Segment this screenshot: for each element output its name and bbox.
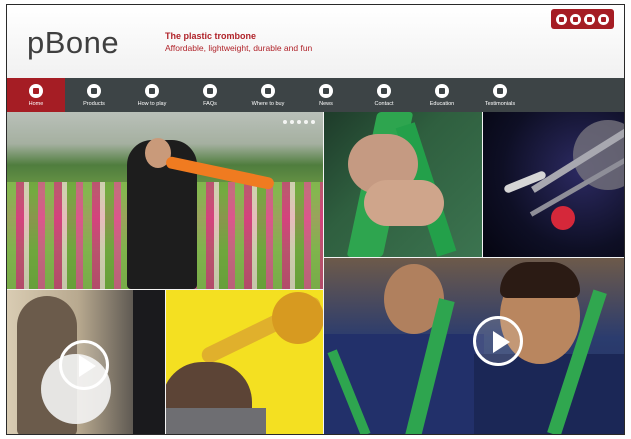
facebook-icon[interactable] <box>556 13 567 25</box>
education-icon <box>435 83 449 98</box>
home-icon <box>29 83 43 98</box>
phone-icon <box>377 83 391 98</box>
nav-item-where-to-buy[interactable]: Where to buy <box>239 78 297 112</box>
products-icon <box>87 83 101 98</box>
nav-item-label: Home <box>28 100 44 107</box>
slider-dots[interactable] <box>283 120 315 124</box>
photo-grid <box>7 112 624 434</box>
nav-item-education[interactable]: Education <box>413 78 471 112</box>
nav-item-label: FAQs <box>203 100 217 107</box>
play-icon[interactable] <box>59 340 109 390</box>
student-hair <box>500 262 580 298</box>
mixing-desk <box>133 290 165 434</box>
hand <box>364 180 444 226</box>
nav-item-label: Testimonials <box>484 100 516 107</box>
tagline-title: The plastic trombone <box>165 31 257 41</box>
how-to-play-icon <box>145 83 159 98</box>
nav-item-testimonials[interactable]: Testimonials <box>471 78 529 112</box>
nav-item-products[interactable]: Products <box>65 78 123 112</box>
nav-item-label: Where to buy <box>251 100 285 107</box>
location-icon <box>261 83 275 98</box>
site-header: pBone The plastic trombone Affordable, l… <box>7 5 624 78</box>
play-icon[interactable] <box>473 316 523 366</box>
shirt <box>166 408 266 434</box>
nav-item-label: News <box>319 100 333 107</box>
nav-item-home[interactable]: Home <box>7 78 65 112</box>
slider-dot[interactable] <box>304 120 308 124</box>
youtube-icon[interactable] <box>598 13 609 25</box>
green-pbone-photo[interactable] <box>324 112 482 257</box>
news-icon <box>319 83 333 98</box>
browser-page: pBone The plastic trombone Affordable, l… <box>6 4 625 435</box>
tagline: The plastic trombone Affordable, lightwe… <box>165 31 312 53</box>
slider-dot[interactable] <box>283 120 287 124</box>
twitter-icon[interactable] <box>570 13 581 25</box>
social-links <box>551 9 614 29</box>
stage-light <box>551 206 575 230</box>
slider-dot[interactable] <box>311 120 315 124</box>
stage-trombone-photo[interactable] <box>483 112 624 257</box>
trombone-bell <box>272 292 323 344</box>
slider-dot[interactable] <box>290 120 294 124</box>
testimonials-icon <box>493 83 507 98</box>
nav-item-contact[interactable]: Contact <box>355 78 413 112</box>
nav-item-faqs[interactable]: FAQs <box>181 78 239 112</box>
nav-item-label: How to play <box>137 100 167 107</box>
nav-item-label: Contact <box>374 100 394 107</box>
nav-item-how-to-play[interactable]: How to play <box>123 78 181 112</box>
nav-item-news[interactable]: News <box>297 78 355 112</box>
video-thumbnail-classroom[interactable] <box>324 258 624 434</box>
nav-item-label: Education <box>429 100 455 107</box>
slider-dot[interactable] <box>297 120 301 124</box>
main-nav: Home Products How to play FAQs Where to … <box>7 78 624 112</box>
hero-slider-photo[interactable] <box>7 112 323 289</box>
video-thumbnail-studio[interactable] <box>7 290 165 434</box>
faq-icon <box>203 83 217 98</box>
tagline-subtitle: Affordable, lightweight, durable and fun <box>165 43 313 53</box>
site-logo[interactable]: pBone <box>27 25 119 61</box>
nav-item-label: Products <box>83 100 105 107</box>
yellow-pbone-photo[interactable] <box>166 290 323 434</box>
email-icon[interactable] <box>584 13 595 25</box>
